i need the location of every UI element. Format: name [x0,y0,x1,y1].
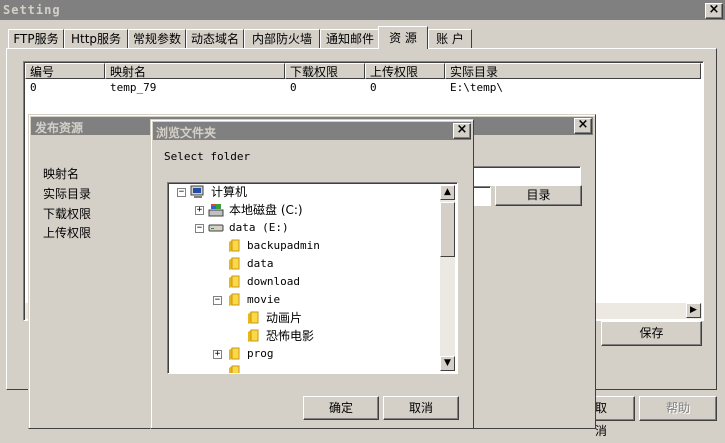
cancel-button[interactable]: 取消 [383,396,459,420]
main-title-bar: Setting × [0,0,725,20]
column-header-name[interactable]: 映射名 [105,63,285,79]
row-id: 0 [30,81,37,94]
tab-general[interactable]: 常规参数 [128,29,186,48]
arrow-right-icon: ▶ [690,305,697,315]
close-icon: × [577,117,589,132]
expand-icon[interactable]: + [195,206,204,215]
row-path: E:\temp\ [450,81,503,94]
folder-icon [229,257,240,270]
tree-label: download [247,275,300,288]
folder-icon [248,311,259,324]
browse-close-button[interactable]: × [453,122,471,139]
row-name: temp_79 [110,81,157,94]
browse-title-bar: 浏览文件夹 × [153,122,471,140]
column-header-upload[interactable]: 上传权限 [365,63,445,79]
browse-title: 浏览文件夹 [156,126,217,140]
column-header-path[interactable]: 实际目录 [445,63,701,79]
tab-firewall[interactable]: 内部防火墙 [244,29,320,48]
tree-label: data [247,257,274,270]
tab-ddns[interactable]: 动态域名 [186,29,244,48]
drive-icon [208,224,224,232]
tree-label: prog [247,347,274,360]
column-header-download[interactable]: 下载权限 [285,63,365,79]
computer-icon [190,185,204,198]
main-close-button[interactable]: × [705,2,723,19]
publish-title: 发布资源 [35,121,84,135]
tree-label: backupadmin [247,239,320,252]
collapse-icon[interactable]: − [195,224,204,233]
download-perm-label: 下载权限 [43,207,92,221]
drive-c-icon [208,204,224,217]
upload-perm-label: 上传权限 [43,226,92,240]
browse-prompt: Select folder [164,150,251,163]
tab-account[interactable]: 账 户 [428,29,472,48]
mapping-name-input[interactable] [469,166,581,186]
scroll-thumb[interactable] [440,202,455,257]
row-download: 0 [290,81,297,94]
publish-close-button[interactable]: × [574,117,592,134]
browse-folder-dialog: 浏览文件夹 × Select folder − 计算机 + 本地磁盘 (C:) [150,119,474,429]
folder-icon [229,239,240,252]
folder-icon [229,293,240,306]
tree-label: 计算机 [211,185,248,199]
tree-label: 动画片 [266,311,303,325]
column-header-id[interactable]: 编号 [25,63,105,79]
collapse-icon[interactable]: − [177,188,186,197]
mapping-name-label: 映射名 [43,167,80,181]
window-title: Setting [3,3,61,17]
arrow-down-icon: ▼ [444,358,451,368]
save-button[interactable]: 保存 [601,321,702,346]
scroll-right-button[interactable]: ▶ [686,303,701,318]
tree-label: 恐怖电影 [266,329,315,343]
folder-icon [229,347,240,360]
arrow-up-icon: ▲ [444,187,451,197]
folder-icon [229,365,240,373]
close-icon: × [456,122,468,137]
folder-tree[interactable]: − 计算机 + 本地磁盘 (C:) − data (E:) backupadmi… [167,182,458,374]
tree-label: 本地磁盘 (C:) [229,203,303,217]
row-upload: 0 [370,81,377,94]
collapse-icon[interactable]: − [213,296,222,305]
help-button[interactable]: 帮助 [639,396,717,421]
folder-icon [248,329,259,342]
browse-dir-button[interactable]: 目录 [495,185,582,206]
tab-resource[interactable]: 资 源 [378,26,428,49]
actual-dir-label: 实际目录 [43,187,92,201]
tree-label: data (E:) [229,221,289,234]
expand-icon[interactable]: + [213,350,222,359]
scroll-down-button[interactable]: ▼ [440,356,455,371]
tab-ftp[interactable]: FTP服务 [8,29,64,48]
scroll-up-button[interactable]: ▲ [440,185,455,200]
tab-mail[interactable]: 通知邮件 [320,29,380,48]
ok-button[interactable]: 确定 [303,396,379,420]
folder-icon [229,275,240,288]
tab-http[interactable]: Http服务 [64,29,128,48]
tree-label: movie [247,293,281,306]
tree-vertical-scrollbar[interactable]: ▲ ▼ [440,185,455,371]
close-icon: × [708,2,720,17]
